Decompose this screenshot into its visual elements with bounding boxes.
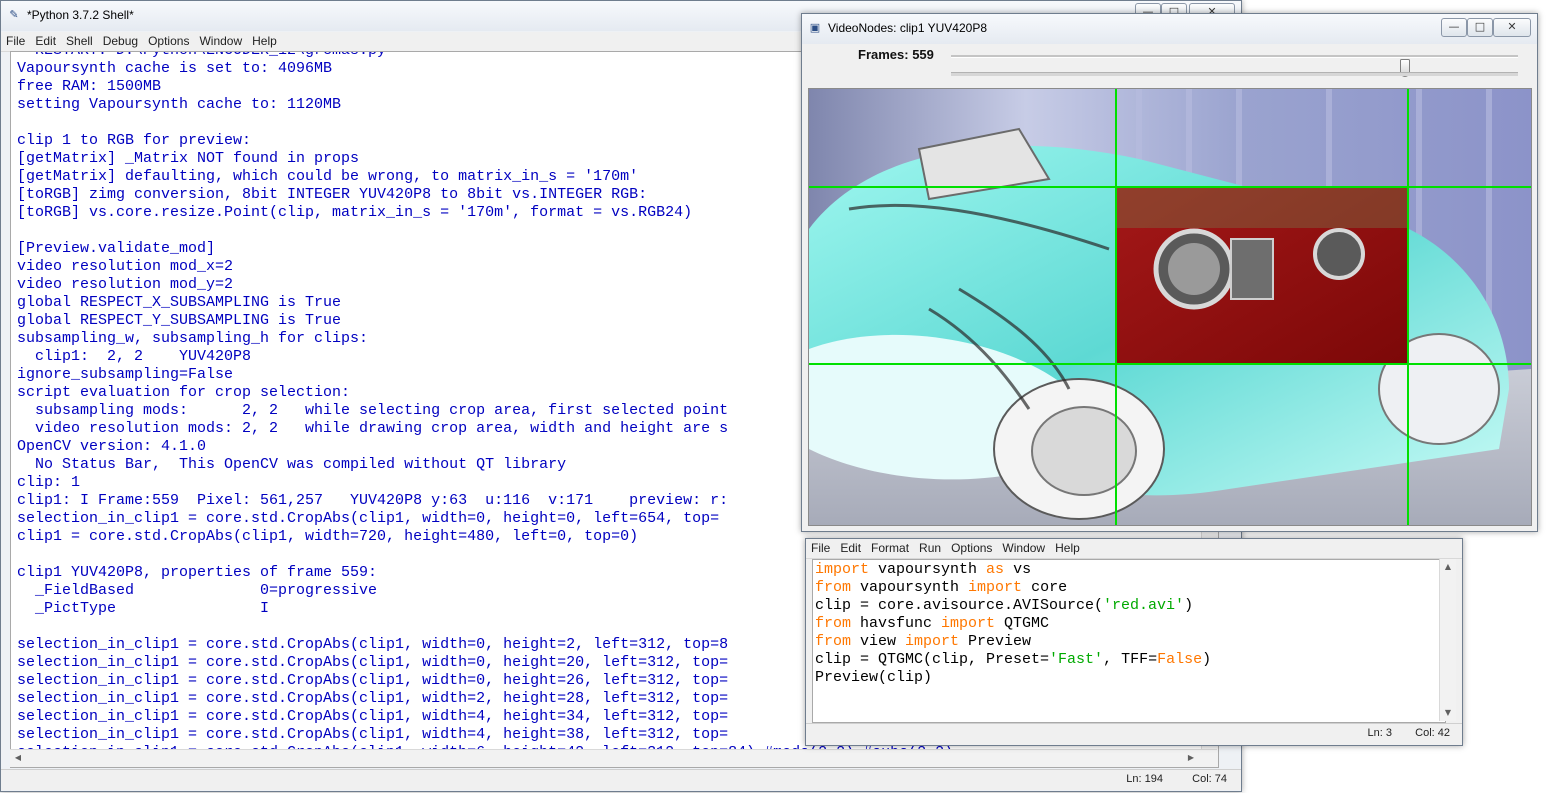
code-token: ) <box>1202 651 1212 668</box>
editor-menu-options[interactable]: Options <box>946 539 997 558</box>
editor-statusbar: Ln: 3 Col: 42 <box>806 723 1462 744</box>
code-token: clip = core.avisource.AVISource( <box>815 597 1104 614</box>
code-token: Preview(clip) <box>815 669 933 686</box>
code-line: clip = QTGMC(clip, Preset='Fast', TFF=Fa… <box>815 651 1211 669</box>
shell-menu-edit[interactable]: Edit <box>30 32 61 51</box>
code-token: havsfunc <box>851 615 942 632</box>
video-title: VideoNodes: clip1 YUV420P8 <box>828 21 987 35</box>
code-keyword: import <box>968 579 1023 596</box>
code-line: from vapoursynth import core <box>815 579 1211 597</box>
code-line: clip = core.avisource.AVISource('red.avi… <box>815 597 1211 615</box>
code-keyword: import <box>941 615 996 632</box>
code-token: vs <box>1004 561 1032 578</box>
editor-column-number: Col: 42 <box>1415 727 1450 739</box>
guide-line-left <box>1115 89 1117 525</box>
code-string: 'Fast' <box>1049 651 1104 668</box>
code-string: 'red.avi' <box>1103 597 1185 614</box>
editor-menu-run[interactable]: Run <box>914 539 946 558</box>
shell-menu-options[interactable]: Options <box>143 32 194 51</box>
editor-menu-window[interactable]: Window <box>997 539 1050 558</box>
guide-line-bottom <box>809 363 1531 365</box>
code-token: , TFF= <box>1103 651 1158 668</box>
editor-window: File Edit Format Run Options Window Help impor… <box>805 538 1463 746</box>
shell-menu-debug[interactable]: Debug <box>98 32 143 51</box>
code-keyword: from <box>815 615 852 632</box>
minimize-icon[interactable]: — <box>1441 18 1467 37</box>
editor-menu-format[interactable]: Format <box>866 539 914 558</box>
scroll-left-icon[interactable]: ◀ <box>10 750 26 766</box>
frames-label: Frames: 559 <box>858 47 934 62</box>
video-titlebar[interactable]: ▣ VideoNodes: clip1 YUV420P8 — □ ✕ <box>802 14 1537 44</box>
scroll-down-icon[interactable]: ▼ <box>1440 705 1456 721</box>
editor-menu-file[interactable]: File <box>806 539 835 558</box>
code-line: from view import Preview <box>815 633 1211 651</box>
shell-line-number: Ln: 194 <box>1126 773 1163 785</box>
code-token: view <box>851 633 906 650</box>
close-icon[interactable]: ✕ <box>1493 18 1531 37</box>
video-frame[interactable] <box>808 88 1532 526</box>
shell-statusbar: Ln: 194 Col: 74 <box>1 769 1241 790</box>
shell-title: *Python 3.7.2 Shell* <box>27 8 134 22</box>
code-token: clip = QTGMC(clip, Preset= <box>815 651 1050 668</box>
shell-column-number: Col: 74 <box>1192 773 1227 785</box>
maximize-icon[interactable]: □ <box>1467 18 1493 37</box>
shell-horizontal-scrollbar[interactable]: ◀ ▶ <box>10 749 1217 767</box>
guide-line-top <box>809 186 1531 188</box>
code-line: import vapoursynth as vs <box>815 561 1211 579</box>
frame-slider[interactable] <box>951 55 1518 77</box>
code-keyword: as <box>986 561 1005 578</box>
python-icon: ✎ <box>9 8 19 21</box>
editor-menubar: File Edit Format Run Options Window Help <box>806 539 1462 559</box>
code-keyword: from <box>815 633 852 650</box>
shell-menu-file[interactable]: File <box>1 32 30 51</box>
editor-menu-edit[interactable]: Edit <box>835 539 866 558</box>
code-keyword: False <box>1157 651 1203 668</box>
code-keyword: import <box>815 561 870 578</box>
editor-text-area[interactable]: import vapoursynth as vs from vapoursynth… <box>812 559 1446 723</box>
frame-range-bar[interactable] <box>951 72 1518 76</box>
video-image <box>809 89 1531 525</box>
code-token: Preview <box>959 633 1032 650</box>
editor-menu-help[interactable]: Help <box>1050 539 1085 558</box>
shell-menu-shell[interactable]: Shell <box>61 32 98 51</box>
code-token: vapoursynth <box>869 561 987 578</box>
editor-line-number: Ln: 3 <box>1367 727 1392 739</box>
window-icon: ▣ <box>809 21 821 34</box>
code-token: core <box>1022 579 1068 596</box>
code-token: ) <box>1184 597 1194 614</box>
editor-source-code: import vapoursynth as vs from vapoursynth… <box>815 561 1211 687</box>
code-keyword: import <box>905 633 960 650</box>
scroll-right-icon[interactable]: ▶ <box>1183 750 1199 766</box>
scroll-up-icon[interactable]: ▲ <box>1440 559 1456 575</box>
code-line: from havsfunc import QTGMC <box>815 615 1211 633</box>
code-token: QTGMC <box>995 615 1050 632</box>
shell-menu-help[interactable]: Help <box>247 32 282 51</box>
code-keyword: from <box>815 579 852 596</box>
code-line: Preview(clip) <box>815 669 1211 687</box>
shell-menu-window[interactable]: Window <box>194 32 247 51</box>
code-token: vapoursynth <box>851 579 969 596</box>
video-preview-window: ▣ VideoNodes: clip1 YUV420P8 — □ ✕ Frame… <box>801 13 1538 532</box>
guide-line-right <box>1407 89 1409 525</box>
editor-vertical-scrollbar[interactable]: ▲ ▼ <box>1439 559 1456 721</box>
